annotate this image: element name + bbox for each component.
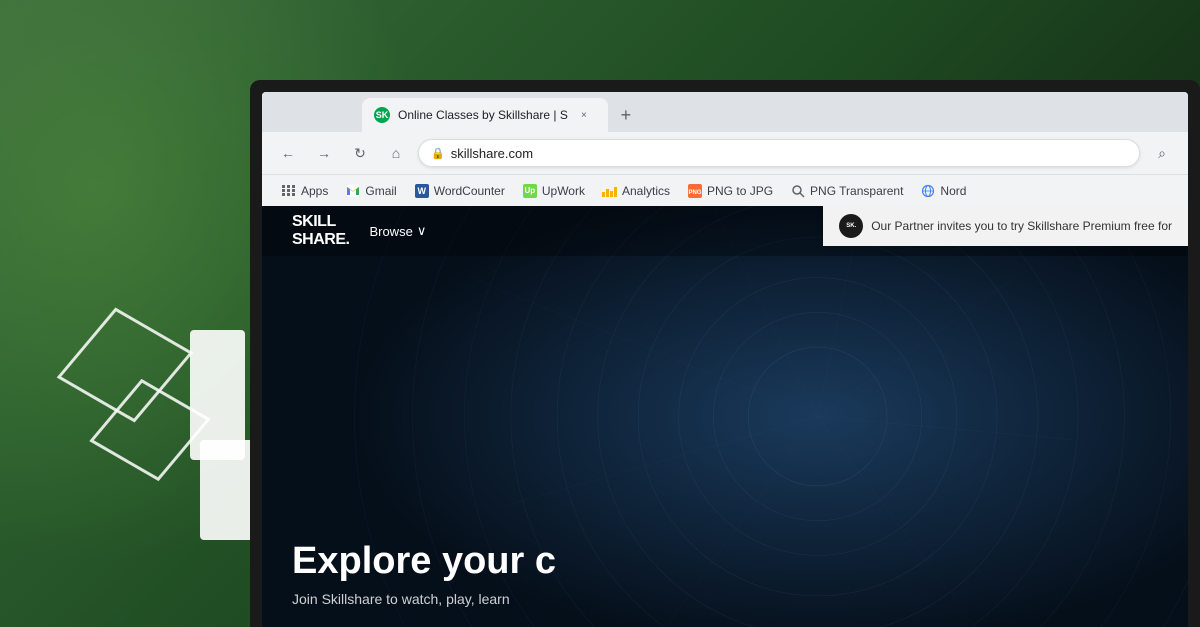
bookmark-nord[interactable]: Nord [913, 181, 974, 201]
home-button[interactable]: ⌂ [382, 139, 410, 167]
hero-subtitle: Join Skillshare to watch, play, learn [292, 591, 1188, 607]
skillshare-logo: SKILL SHARE. [292, 213, 349, 248]
apps-grid-icon [282, 184, 296, 198]
back-button[interactable]: ← [274, 139, 302, 167]
svg-text:PNG: PNG [689, 190, 702, 196]
word-icon: W [415, 184, 429, 198]
bookmark-png-transparent[interactable]: PNG Transparent [783, 181, 911, 201]
address-bar[interactable]: 🔒 skillshare.com [418, 139, 1140, 167]
new-tab-button[interactable]: + [612, 101, 640, 129]
reload-button[interactable]: ↻ [346, 139, 374, 167]
active-tab[interactable]: SK Online Classes by Skillshare | S × [362, 98, 608, 132]
lock-icon: 🔒 [431, 147, 445, 160]
notification-text: Our Partner invites you to try Skillshar… [871, 219, 1172, 233]
monitor-screen: SK Online Classes by Skillshare | S × + … [262, 92, 1188, 627]
png-transparent-search-icon [791, 184, 805, 198]
analytics-bar-icon [603, 184, 617, 198]
bookmark-upwork[interactable]: Up UpWork [515, 181, 593, 201]
browser-content: SKILL SHARE. Browse ∨ Explore your c Joi… [262, 206, 1188, 627]
forward-button[interactable]: → [310, 139, 338, 167]
tab-close-button[interactable]: × [576, 107, 592, 123]
tab-favicon: SK [374, 107, 390, 123]
rect-shape-2 [200, 440, 255, 540]
browse-chevron-icon: ∨ [417, 223, 427, 239]
browse-button[interactable]: Browse ∨ [369, 223, 426, 239]
nord-globe-icon [921, 184, 935, 198]
monitor-bezel: SK Online Classes by Skillshare | S × + … [250, 80, 1200, 627]
skillshare-notif-logo: SK. [839, 214, 863, 238]
hero-title: Explore your c [292, 541, 1188, 583]
url-text: skillshare.com [451, 146, 533, 161]
upwork-icon: Up [523, 184, 537, 198]
hero-section: Explore your c Join Skillshare to watch,… [292, 541, 1188, 607]
bookmark-gmail[interactable]: Gmail [338, 181, 404, 201]
skillshare-background: SKILL SHARE. Browse ∨ Explore your c Joi… [262, 206, 1188, 627]
tab-bar: SK Online Classes by Skillshare | S × + [262, 92, 1188, 132]
bookmark-png-to-jpg[interactable]: PNG PNG to JPG [680, 181, 781, 201]
monitor-frame: SK Online Classes by Skillshare | S × + … [250, 80, 1200, 627]
bookmarks-bar: Apps [262, 174, 1188, 206]
search-extension-icon[interactable]: ⌕ [1148, 139, 1176, 167]
gmail-icon [346, 184, 360, 198]
notification-bar: SK. Our Partner invites you to try Skill… [823, 206, 1188, 246]
bookmark-analytics[interactable]: Analytics [595, 181, 678, 201]
bookmark-apps[interactable]: Apps [274, 181, 336, 201]
png-to-jpg-icon: PNG [688, 184, 702, 198]
tab-title: Online Classes by Skillshare | S [398, 108, 568, 122]
bookmark-wordcounter[interactable]: W WordCounter [407, 181, 513, 201]
navigation-bar: ← → ↻ ⌂ 🔒 skillshare.com ⌕ [262, 132, 1188, 174]
browser-chrome: SK Online Classes by Skillshare | S × + … [262, 92, 1188, 206]
